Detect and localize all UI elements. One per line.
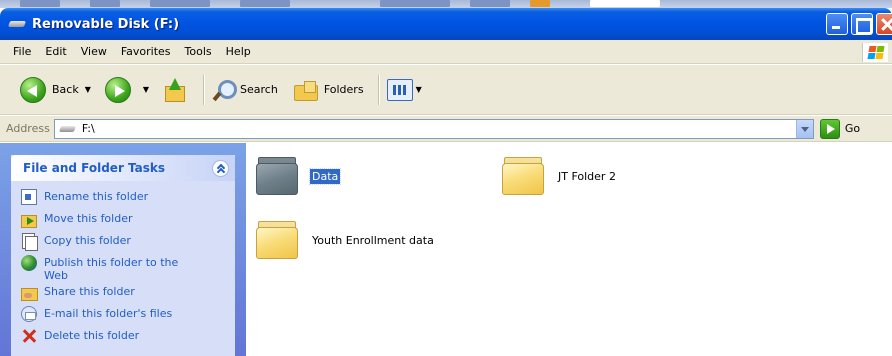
folder-item-youth-enrollment-data[interactable]: Youth Enrollment data bbox=[256, 221, 436, 259]
address-bar: Address F:\ Go bbox=[0, 116, 892, 142]
folder-icon bbox=[256, 157, 298, 195]
menu-tools[interactable]: Tools bbox=[178, 45, 219, 58]
toolbar: Back ▼ ▼ Search Folders ▼ bbox=[0, 65, 892, 115]
folder-name: Data bbox=[308, 167, 342, 185]
task-label[interactable]: Copy this folder bbox=[44, 233, 184, 247]
menu-file[interactable]: File bbox=[6, 45, 38, 58]
go-arrow-icon bbox=[819, 118, 840, 139]
forward-dropdown-icon[interactable]: ▼ bbox=[143, 85, 149, 94]
panel-title: File and Folder Tasks bbox=[23, 161, 166, 175]
folder-icon bbox=[256, 221, 298, 259]
task-share-folder[interactable]: Share this folder bbox=[21, 284, 235, 304]
file-folder-tasks-panel: File and Folder Tasks Rename this folder… bbox=[11, 155, 235, 356]
back-button[interactable]: Back ▼ bbox=[20, 76, 99, 103]
toolbar-separator bbox=[377, 74, 379, 105]
folder-name: JT Folder 2 bbox=[558, 169, 616, 183]
folder-name: Youth Enrollment data bbox=[312, 233, 434, 247]
task-label[interactable]: Delete this folder bbox=[44, 328, 184, 342]
folder-item-data[interactable]: Data bbox=[256, 157, 342, 195]
folders-icon bbox=[292, 79, 320, 101]
address-dropdown-button[interactable] bbox=[795, 119, 813, 138]
menu-help[interactable]: Help bbox=[219, 45, 258, 58]
close-button[interactable] bbox=[876, 13, 892, 35]
forward-arrow-icon bbox=[104, 76, 131, 103]
search-label: Search bbox=[240, 83, 278, 96]
forward-button[interactable]: ▼ bbox=[104, 76, 157, 103]
menu-edit[interactable]: Edit bbox=[38, 45, 73, 58]
task-label[interactable]: E-mail this folder's files bbox=[44, 306, 184, 320]
task-label[interactable]: Rename this folder bbox=[44, 189, 184, 203]
task-move-folder[interactable]: Move this folder bbox=[21, 211, 235, 231]
folders-label: Folders bbox=[323, 83, 364, 96]
menu-bar: File Edit View Favorites Tools Help bbox=[0, 40, 892, 64]
email-icon bbox=[21, 306, 37, 322]
views-dropdown-icon[interactable]: ▼ bbox=[416, 85, 422, 94]
task-list: Rename this folder Move this folder Copy… bbox=[11, 181, 235, 348]
menu-favorites[interactable]: Favorites bbox=[114, 45, 178, 58]
task-pane: File and Folder Tasks Rename this folder… bbox=[0, 143, 246, 356]
toolbar-separator bbox=[203, 74, 205, 105]
copy-icon bbox=[21, 233, 38, 251]
address-input[interactable]: F:\ bbox=[53, 118, 814, 139]
window-title: Removable Disk (F:) bbox=[32, 16, 180, 32]
views-button[interactable]: ▼ bbox=[386, 78, 430, 101]
task-publish-folder[interactable]: Publish this folder to the Web bbox=[21, 255, 235, 282]
minimize-button[interactable] bbox=[826, 13, 848, 35]
drive-icon bbox=[59, 124, 77, 134]
back-label: Back bbox=[52, 83, 79, 96]
publish-web-icon bbox=[21, 255, 37, 271]
search-button[interactable]: Search bbox=[212, 78, 278, 102]
folder-content-area[interactable]: Data JT Folder 2 Youth Enrollment data bbox=[246, 143, 892, 356]
task-label[interactable]: Move this folder bbox=[44, 211, 184, 225]
up-folder-button[interactable] bbox=[163, 77, 189, 102]
go-button[interactable]: Go bbox=[819, 118, 861, 139]
title-bar[interactable]: Removable Disk (F:) bbox=[0, 8, 892, 40]
go-label: Go bbox=[844, 122, 861, 135]
address-label: Address bbox=[6, 122, 50, 135]
background-window-strip bbox=[0, 0, 892, 8]
address-value: F:\ bbox=[81, 122, 95, 135]
task-copy-folder[interactable]: Copy this folder bbox=[21, 233, 235, 253]
rename-icon bbox=[21, 189, 37, 205]
folder-item-jt-folder-2[interactable]: JT Folder 2 bbox=[502, 157, 618, 195]
folders-button[interactable]: Folders bbox=[292, 79, 364, 101]
move-icon bbox=[21, 211, 37, 228]
removable-disk-icon bbox=[8, 18, 26, 30]
search-icon bbox=[212, 78, 238, 102]
task-delete-folder[interactable]: Delete this folder bbox=[21, 328, 235, 348]
collapse-chevron-icon[interactable] bbox=[212, 159, 229, 177]
windows-logo-icon bbox=[862, 43, 888, 62]
share-icon bbox=[21, 284, 38, 301]
panel-header[interactable]: File and Folder Tasks bbox=[11, 155, 235, 181]
folder-icon bbox=[502, 157, 544, 195]
task-email-files[interactable]: E-mail this folder's files bbox=[21, 306, 235, 326]
back-dropdown-icon[interactable]: ▼ bbox=[85, 85, 91, 94]
task-label[interactable]: Share this folder bbox=[44, 284, 184, 298]
task-rename-folder[interactable]: Rename this folder bbox=[21, 189, 235, 209]
maximize-button[interactable] bbox=[851, 13, 873, 35]
task-label[interactable]: Publish this folder to the Web bbox=[44, 255, 184, 282]
menu-view[interactable]: View bbox=[74, 45, 114, 58]
back-arrow-icon bbox=[20, 76, 46, 103]
delete-icon bbox=[21, 328, 37, 344]
up-folder-icon bbox=[163, 77, 186, 102]
views-icon bbox=[386, 78, 413, 101]
